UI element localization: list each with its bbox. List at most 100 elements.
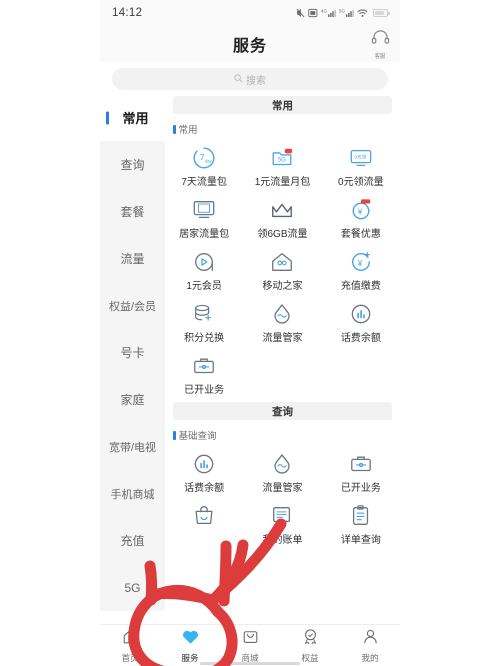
sidebar-item-label: 号卡 (120, 346, 145, 360)
section-banner-chaxun: 查询 (173, 402, 392, 420)
grid-item-label: 领6GB流量 (257, 229, 308, 240)
grid-item[interactable]: 流量管家 (243, 446, 321, 498)
mute-icon (296, 8, 305, 18)
grid-item[interactable] (165, 498, 243, 550)
recharge-yuan-icon: ¥ (349, 249, 373, 274)
free-data-monitor-icon: 0元领 (349, 145, 373, 170)
sidebar-item-label: 手机商城 (110, 488, 155, 501)
grid-item[interactable]: 话费余额 (165, 446, 243, 498)
svg-text:0元领: 0元领 (354, 153, 366, 160)
house-icon (270, 249, 294, 274)
sidebar-item-label: 充值 (120, 534, 145, 548)
section-mark (173, 124, 176, 134)
customer-service-label: 客服 (375, 54, 386, 60)
tab-benefits[interactable]: 权益 (280, 628, 340, 664)
water-drop-icon (270, 451, 294, 476)
customer-service-button[interactable]: 客服 (371, 29, 390, 60)
phone-screen: 14:12 4G 5G 服务 客服 搜索 常用 查询 套餐 流量 权益/会员 号… (100, 0, 400, 666)
svg-text:5G: 5G (339, 9, 345, 14)
sidebar-item-chongzhi[interactable]: 充值 (100, 517, 165, 564)
tab-shop[interactable]: 商城 (220, 628, 280, 664)
svg-text:5G: 5G (278, 157, 286, 163)
status-bar: 14:12 4G 5G (100, 0, 400, 26)
grid-item[interactable]: 0元领 0元领流量 (322, 140, 400, 192)
briefcase-icon (349, 451, 373, 476)
sidebar-item-shouji-shangcheng[interactable]: 手机商城 (100, 470, 165, 517)
grid-item-label: 流量管家 (262, 483, 303, 494)
tab-label: 服务 (181, 652, 199, 663)
sidebar-item-quanyi-huiyuan[interactable]: 权益/会员 (100, 282, 165, 329)
person-icon (362, 628, 379, 650)
grid-item-label: 话费余额 (340, 333, 381, 344)
section-mark (173, 430, 176, 440)
grid-item-label: 充值缴费 (340, 281, 381, 292)
grid-item[interactable]: 已开业务 (165, 348, 243, 400)
grid-item[interactable]: 5G 1元流量月包 (243, 140, 321, 192)
grid-item[interactable]: 话费余额 (322, 296, 400, 348)
play-member-icon (192, 249, 216, 274)
signal-4g-icon: 4G (321, 8, 336, 18)
grid-item[interactable]: 7 day 7天流量包 (165, 140, 243, 192)
search-placeholder: 搜索 (246, 75, 266, 87)
bar-chart-circle-icon (192, 451, 216, 476)
tab-home[interactable]: 首页 (100, 628, 160, 664)
signal-5g-icon: 5G (339, 8, 354, 18)
grid-item-label: 流量管家 (262, 333, 303, 344)
grid-item-label: 套餐优惠 (340, 229, 381, 240)
grid-item[interactable]: 积分兑换 (165, 296, 243, 348)
grid-item[interactable]: 详单查询 (322, 498, 400, 550)
tab-mine[interactable]: 我的 (340, 628, 400, 664)
sidebar-item-kuandai-dianshi[interactable]: 宽带/电视 (100, 423, 165, 470)
grid-item-label: 已开业务 (340, 483, 381, 494)
sidebar-item-label: 5G (124, 580, 141, 595)
svg-text:¥: ¥ (357, 258, 363, 268)
sidebar-item-label: 套餐 (120, 205, 145, 219)
sidebar-item-taocan[interactable]: 套餐 (100, 188, 165, 235)
bottom-tab-bar[interactable]: 首页 服务 商城 权益 我的 (100, 624, 400, 666)
svg-text:¥: ¥ (283, 520, 287, 527)
svg-text:day: day (205, 158, 213, 163)
discount-yuan-icon: ¥ (349, 197, 373, 222)
status-icons: 4G 5G (296, 8, 390, 18)
sidebar-item-label: 权益/会员 (108, 300, 157, 313)
section-title: 基础查询 (178, 431, 217, 442)
tab-label: 权益 (301, 652, 319, 663)
grid-item[interactable]: 已开业务 (322, 446, 400, 498)
grid-item-label: 已开业务 (184, 385, 225, 396)
search-bar[interactable]: 搜索 (100, 62, 400, 94)
clipboard-list-icon (349, 503, 373, 528)
tab-label: 我的 (361, 652, 379, 663)
search-input[interactable]: 搜索 (112, 68, 388, 90)
grid-item[interactable]: 移动之家 (243, 244, 321, 296)
tab-service[interactable]: 服务 (160, 628, 220, 664)
grid-item[interactable]: 领6GB流量 (243, 192, 321, 244)
grid-item[interactable]: 流量管家 (243, 296, 321, 348)
home-indicator (200, 662, 300, 665)
section-header-changyong: 常用 (165, 118, 400, 140)
grid-item[interactable]: 居家流量包 (165, 192, 243, 244)
grid-item[interactable]: ¥ 充值缴费 (322, 244, 400, 296)
svg-text:4G: 4G (321, 9, 327, 14)
sidebar-item-label: 查询 (120, 158, 145, 172)
grid-item-label: 0元领流量 (338, 177, 384, 188)
sidebar-item-liuliang[interactable]: 流量 (100, 235, 165, 282)
alarm-icon (308, 8, 318, 18)
sidebar-item-haoka[interactable]: 号卡 (100, 329, 165, 376)
content-area: 常用 查询 套餐 流量 权益/会员 号卡 家庭 宽带/电视 手机商城 充值 5G… (100, 94, 400, 649)
headset-icon (371, 29, 390, 51)
sidebar-item-jiating[interactable]: 家庭 (100, 376, 165, 423)
grid-item[interactable]: 1元会员 (165, 244, 243, 296)
service-list: 常用 常用 7 day 7天流量包 5G 1元流量月包 0元领 0元领流量 居家… (165, 94, 400, 649)
sidebar-item-label: 常用 (122, 111, 149, 126)
grid-changyong: 7 day 7天流量包 5G 1元流量月包 0元领 0元领流量 居家流量包 领6… (165, 140, 400, 400)
sidebar-item-5g[interactable]: 5G (100, 564, 165, 611)
category-sidebar[interactable]: 常用 查询 套餐 流量 权益/会员 号卡 家庭 宽带/电视 手机商城 充值 5G (100, 94, 165, 649)
grid-item-label: 我的账单 (262, 535, 303, 546)
sidebar-item-changyong[interactable]: 常用 (100, 94, 165, 141)
bill-yuan-icon: ¥ (270, 503, 294, 528)
sidebar-item-label: 家庭 (120, 393, 145, 407)
grid-item[interactable]: ¥ 我的账单 (243, 498, 321, 550)
grid-item[interactable]: ¥ 套餐优惠 (322, 192, 400, 244)
sidebar-item-chaxun[interactable]: 查询 (100, 141, 165, 188)
page-title: 服务 (232, 38, 267, 55)
